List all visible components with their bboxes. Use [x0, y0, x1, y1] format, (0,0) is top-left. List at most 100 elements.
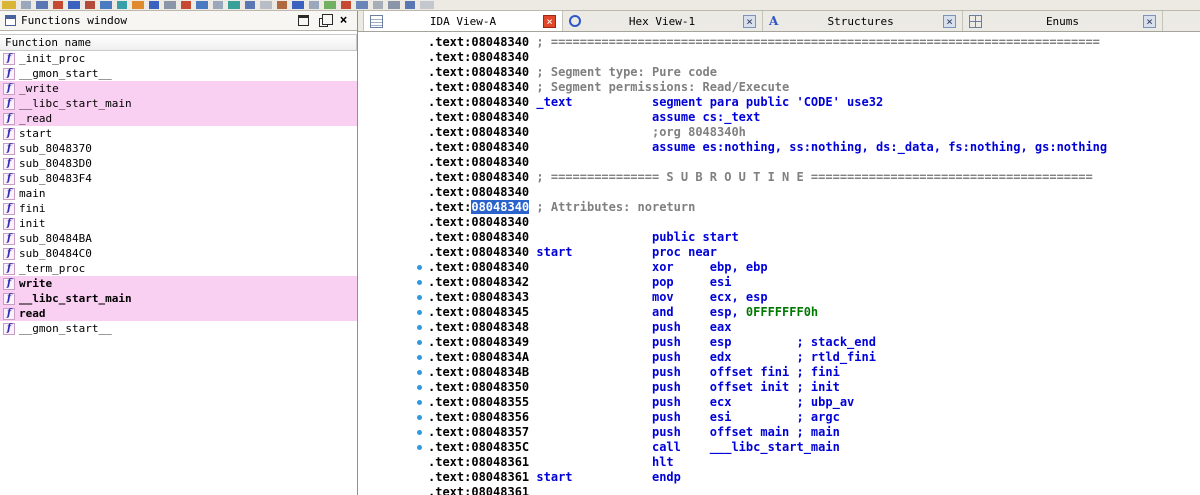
toolbar-icon[interactable]	[420, 1, 434, 9]
address: 08048340	[471, 65, 530, 79]
disassembly-line[interactable]: .text:08048356 push esi ; argc	[417, 410, 1200, 425]
code-text: call ___libc_start_main	[536, 440, 840, 454]
toolbar-icon[interactable]	[36, 1, 48, 9]
toolbar-icon[interactable]	[117, 1, 127, 9]
toolbar-icon[interactable]	[149, 1, 159, 9]
close-icon[interactable]: ×	[543, 14, 556, 28]
function-list-item[interactable]: f sub_80483D0	[0, 156, 357, 171]
tab-hex-view-1[interactable]: Hex View-1 ×	[563, 11, 763, 31]
toolbar-icon[interactable]	[68, 1, 80, 9]
float-window-icon[interactable]	[319, 13, 333, 27]
toolbar-icon[interactable]	[277, 1, 287, 9]
disassembly-line[interactable]: .text:08048348 push eax	[417, 320, 1200, 335]
toolbar-icon[interactable]	[309, 1, 319, 9]
toolbar-icon[interactable]	[85, 1, 95, 9]
segment-prefix: .text:	[428, 305, 472, 319]
maximize-icon[interactable]	[298, 15, 309, 26]
disassembly-view[interactable]: .text:08048340 ; =======================…	[358, 32, 1200, 495]
disassembly-line[interactable]: .text:08048340 assume es:nothing, ss:not…	[428, 140, 1200, 155]
toolbar-icon[interactable]	[164, 1, 176, 9]
toolbar-icon[interactable]	[260, 1, 272, 9]
tab-label: Structures	[827, 14, 894, 28]
toolbar-icon[interactable]	[324, 1, 336, 9]
disassembly-line[interactable]: .text:08048340 ; Segment type: Pure code	[428, 65, 1200, 80]
function-list-item[interactable]: f write	[0, 276, 357, 291]
tab-enums[interactable]: Enums ×	[963, 11, 1163, 31]
disassembly-line[interactable]: .text:08048361 hlt	[428, 455, 1200, 470]
disassembly-line[interactable]: .text:08048340 ; Attributes: noreturn	[428, 200, 1200, 215]
toolbar-icon[interactable]	[356, 1, 368, 9]
toolbar-icon[interactable]	[53, 1, 63, 9]
function-list-item[interactable]: f main	[0, 186, 357, 201]
function-list-item[interactable]: f __libc_start_main	[0, 96, 357, 111]
function-list-item[interactable]: f sub_80484C0	[0, 246, 357, 261]
close-icon[interactable]: ×	[743, 14, 756, 28]
close-icon[interactable]: ×	[943, 14, 956, 28]
function-list-item[interactable]: f __libc_start_main	[0, 291, 357, 306]
code-dot-icon	[417, 340, 422, 345]
disassembly-line[interactable]: .text:08048343 mov ecx, esp	[417, 290, 1200, 305]
disassembly-line[interactable]: .text:08048345 and esp, 0FFFFFFF0h	[417, 305, 1200, 320]
address: 08048342	[471, 275, 530, 289]
disassembly-line[interactable]: .text:0804834B push offset fini ; fini	[417, 365, 1200, 380]
function-list-item[interactable]: f _read	[0, 111, 357, 126]
disassembly-line[interactable]: .text:08048340	[428, 50, 1200, 65]
function-list-item[interactable]: f sub_80483F4	[0, 171, 357, 186]
segment-prefix: .text:	[428, 260, 472, 274]
tab-ida-view-a[interactable]: IDA View-A ×	[363, 11, 563, 31]
disassembly-line[interactable]: .text:0804834A push edx ; rtld_fini	[417, 350, 1200, 365]
disassembly-line[interactable]: .text:08048340	[428, 185, 1200, 200]
function-list-item[interactable]: f sub_8048370	[0, 141, 357, 156]
close-icon[interactable]: ×	[1143, 14, 1156, 28]
toolbar-icon[interactable]	[213, 1, 223, 9]
tab-structures[interactable]: A Structures ×	[763, 11, 963, 31]
toolbar-icon[interactable]	[292, 1, 304, 9]
address: 08048340	[471, 170, 530, 184]
function-list-item[interactable]: f _write	[0, 81, 357, 96]
toolbar-icon[interactable]	[181, 1, 191, 9]
function-list-item[interactable]: f _init_proc	[0, 51, 357, 66]
column-header-function-name[interactable]: Function name	[0, 34, 357, 51]
function-list-item[interactable]: f start	[0, 126, 357, 141]
disassembly-line[interactable]: .text:08048340 ;org 8048340h	[428, 125, 1200, 140]
toolbar-icon[interactable]	[373, 1, 383, 9]
toolbar-icon[interactable]	[228, 1, 240, 9]
toolbar-icon[interactable]	[132, 1, 144, 9]
disassembly-line[interactable]: .text:0804835C call ___libc_start_main	[417, 440, 1200, 455]
function-list-item[interactable]: f sub_80484BA	[0, 231, 357, 246]
disassembly-line[interactable]: .text:08048349 push esp ; stack_end	[417, 335, 1200, 350]
function-list-item[interactable]: f _term_proc	[0, 261, 357, 276]
close-icon[interactable]: ×	[338, 14, 349, 27]
toolbar-icon[interactable]	[100, 1, 112, 9]
toolbar-icon[interactable]	[196, 1, 208, 9]
disassembly-line[interactable]: .text:08048340 public start	[428, 230, 1200, 245]
disassembly-line[interactable]: .text:08048340 _text segment para public…	[428, 95, 1200, 110]
toolbar-icon[interactable]	[388, 1, 400, 9]
disassembly-line[interactable]: .text:08048340 ; =============== S U B R…	[428, 170, 1200, 185]
toolbar-icon[interactable]	[405, 1, 415, 9]
disassembly-line[interactable]: .text:08048355 push ecx ; ubp_av	[417, 395, 1200, 410]
disassembly-line[interactable]: .text:08048361	[428, 485, 1200, 495]
function-list-item[interactable]: f init	[0, 216, 357, 231]
toolbar-icon[interactable]	[341, 1, 351, 9]
function-list-item[interactable]: f fini	[0, 201, 357, 216]
disassembly-line[interactable]: .text:08048340 xor ebp, ebp	[417, 260, 1200, 275]
disassembly-line[interactable]: .text:08048340 ; Segment permissions: Re…	[428, 80, 1200, 95]
function-list-item[interactable]: f read	[0, 306, 357, 321]
toolbar-icon[interactable]	[245, 1, 255, 9]
disassembly-line[interactable]: .text:08048361 start endp	[428, 470, 1200, 485]
disassembly-line[interactable]: .text:08048350 push offset init ; init	[417, 380, 1200, 395]
disassembly-line[interactable]: .text:08048357 push offset main ; main	[417, 425, 1200, 440]
toolbar-icon[interactable]	[2, 1, 16, 9]
disassembly-line[interactable]: .text:08048342 pop esi	[417, 275, 1200, 290]
function-list-item[interactable]: f __gmon_start__	[0, 321, 357, 336]
disassembly-line[interactable]: .text:08048340	[428, 215, 1200, 230]
address: 08048340	[471, 110, 530, 124]
disassembly-line[interactable]: .text:08048340	[428, 155, 1200, 170]
function-list-item[interactable]: f __gmon_start__	[0, 66, 357, 81]
toolbar-icon[interactable]	[21, 1, 31, 9]
disassembly-line[interactable]: .text:08048340 assume cs:_text	[428, 110, 1200, 125]
disassembly-line[interactable]: .text:08048340 ; =======================…	[428, 35, 1200, 50]
disassembly-line[interactable]: .text:08048340 start proc near	[428, 245, 1200, 260]
enums-icon	[969, 14, 982, 28]
